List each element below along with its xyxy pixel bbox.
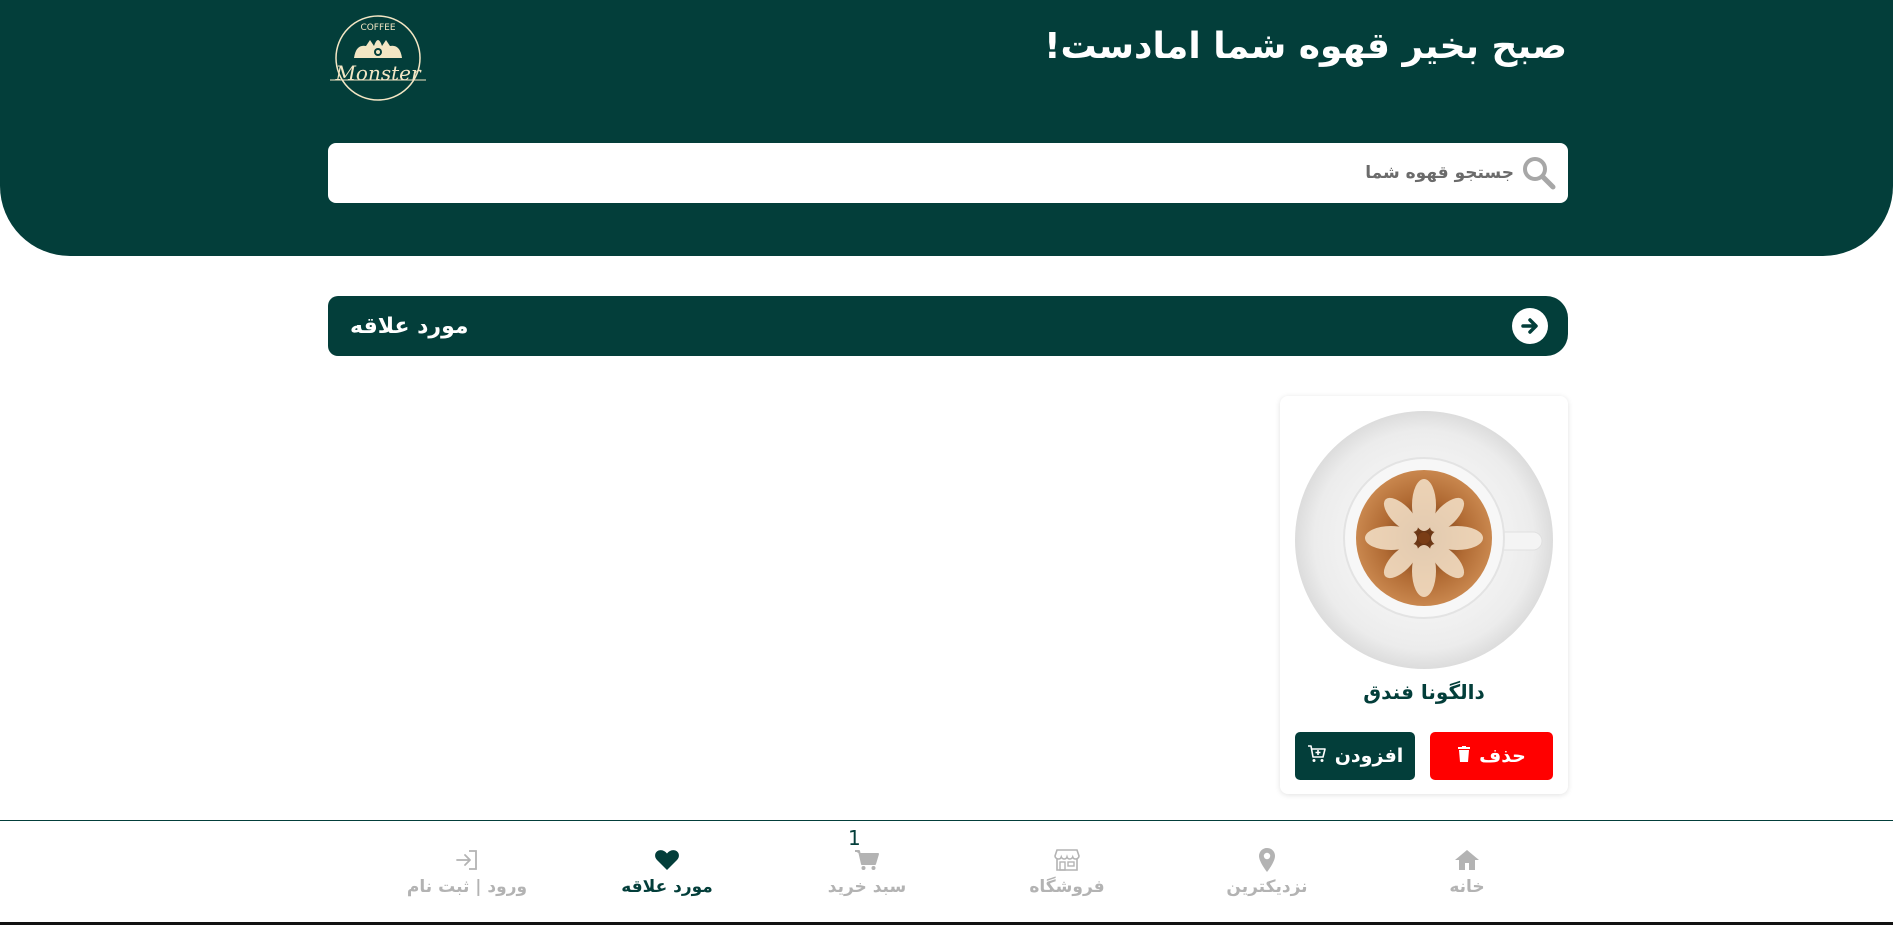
- search-input[interactable]: [328, 143, 1520, 203]
- map-pin-icon: [1258, 847, 1276, 873]
- search-bar[interactable]: [328, 143, 1568, 203]
- bottom-navigation: 1 خانه نزدیکترین فروشگاه سبد خرید مورد ع…: [0, 820, 1893, 925]
- greeting-title: صبح بخیر قهوه شما امادست!: [1044, 26, 1567, 67]
- add-to-cart-button[interactable]: افزودن: [1295, 732, 1415, 780]
- logo-text-coffee: COFFEE: [360, 23, 395, 33]
- nav-item-login[interactable]: ورود | ثبت نام: [397, 847, 537, 897]
- nav-label-cart: سبد خرید: [827, 877, 907, 897]
- nav-label-store: فروشگاه: [1029, 877, 1105, 897]
- product-image: [1294, 410, 1554, 670]
- logo-text-monster: Monster: [334, 61, 422, 85]
- store-icon: [1054, 847, 1080, 873]
- delete-button[interactable]: حذف: [1430, 732, 1553, 780]
- add-cart-icon: [1307, 744, 1327, 768]
- home-icon: [1454, 847, 1480, 873]
- coffee-monster-logo[interactable]: COFFEE Monster: [326, 14, 430, 106]
- login-icon: [455, 847, 479, 873]
- nav-label-login: ورود | ثبت نام: [406, 877, 528, 897]
- nav-item-favorites[interactable]: مورد علاقه: [597, 847, 737, 897]
- nav-label-home: خانه: [1449, 877, 1485, 897]
- favorite-product-card: دالگونا فندق حذف افزودن: [1280, 396, 1568, 794]
- nav-item-cart[interactable]: سبد خرید: [797, 847, 937, 897]
- nav-item-nearest[interactable]: نزدیکترین: [1197, 847, 1337, 897]
- nav-label-nearest: نزدیکترین: [1226, 877, 1308, 897]
- nav-item-store[interactable]: فروشگاه: [997, 847, 1137, 897]
- add-button-label: افزودن: [1334, 745, 1404, 767]
- product-name: دالگونا فندق: [1363, 680, 1485, 704]
- search-icon[interactable]: [1520, 154, 1558, 192]
- nav-label-favorites: مورد علاقه: [621, 877, 713, 897]
- favorites-section-header: مورد علاقه: [328, 296, 1568, 356]
- heart-icon: [654, 847, 680, 873]
- nav-item-home[interactable]: خانه: [1397, 847, 1537, 897]
- delete-button-label: حذف: [1479, 745, 1526, 767]
- trash-icon: [1457, 745, 1471, 767]
- arrow-right-circle-icon[interactable]: [1512, 308, 1548, 344]
- cart-icon: [854, 847, 880, 873]
- header: صبح بخیر قهوه شما امادست! COFFEE Monster: [0, 0, 1893, 256]
- section-title: مورد علاقه: [350, 313, 469, 339]
